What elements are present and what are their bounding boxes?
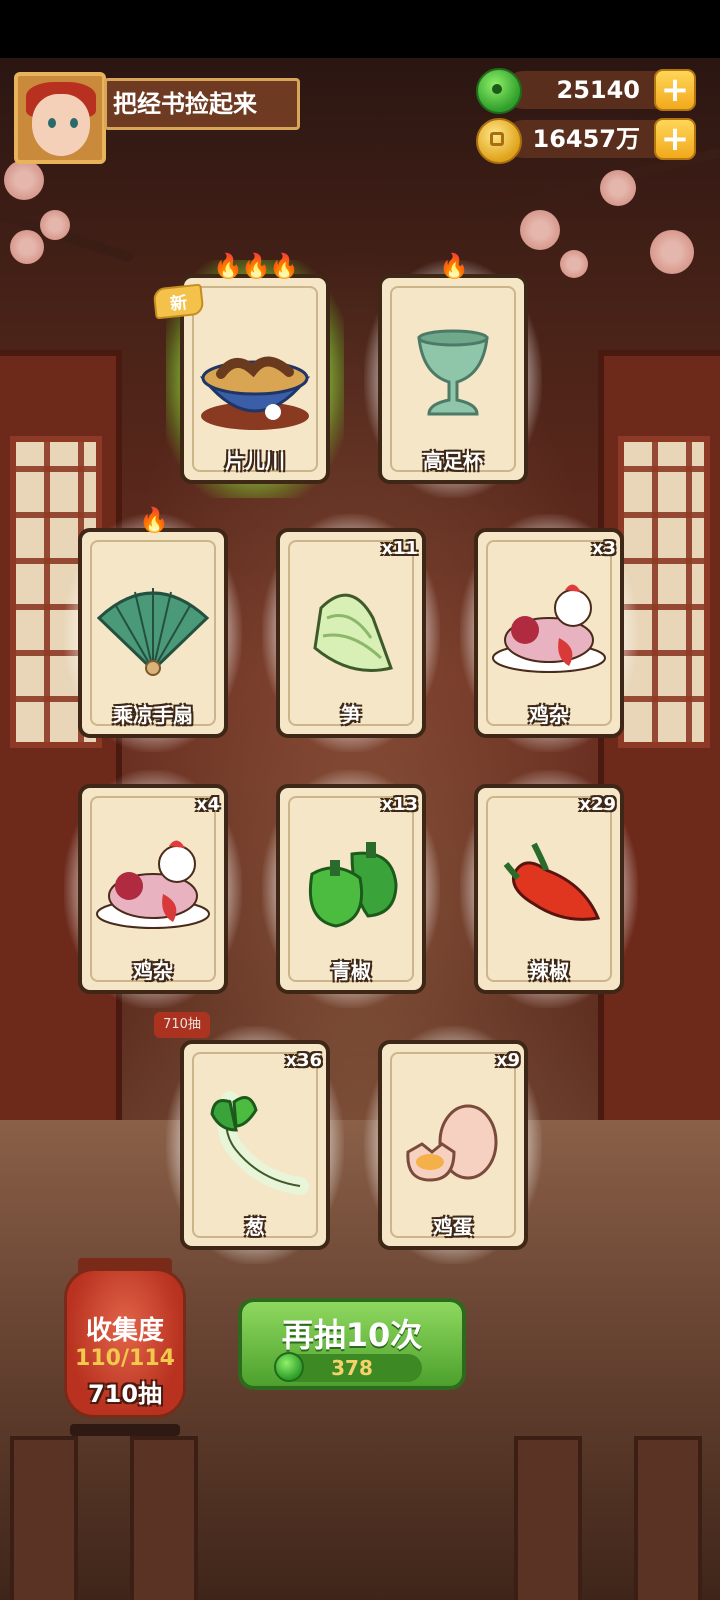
reward-card[interactable]: x13 青椒 xyxy=(262,770,440,1008)
current-task[interactable]: 把经书捡起来 xyxy=(104,78,300,130)
blossom-flower xyxy=(4,160,44,200)
collection-lantern[interactable]: 收集度 110/114 710抽 xyxy=(64,1258,186,1426)
card-count: x36 xyxy=(285,1050,322,1071)
total-draws: 710抽 xyxy=(87,1380,163,1408)
card-count: x3 xyxy=(591,538,616,559)
reward-card[interactable]: 🔥 高足杯 xyxy=(364,252,542,498)
green-pepper-icon xyxy=(308,842,398,928)
card-name: 乘凉手扇 xyxy=(113,703,193,727)
fence-post xyxy=(514,1436,582,1600)
card-count: x9 xyxy=(495,1050,520,1071)
egg-icon xyxy=(406,1104,498,1182)
card-count: x4 xyxy=(195,794,220,815)
avatar-eye xyxy=(48,118,56,128)
card-name: 片儿川 xyxy=(225,449,285,473)
reward-card[interactable]: x9 鸡蛋 xyxy=(364,1026,542,1264)
redraw-cost-value: 378 xyxy=(331,1356,373,1380)
new-badge: 新 xyxy=(152,283,205,320)
status-bar xyxy=(0,0,720,58)
avatar-face xyxy=(32,94,90,156)
chicken-giblets-icon xyxy=(492,584,606,673)
card-name: 辣椒 xyxy=(529,959,569,983)
reward-card[interactable]: x4 鸡杂 xyxy=(64,770,242,1008)
reward-card[interactable]: x29 辣椒 xyxy=(460,770,638,1008)
reward-card[interactable]: 🔥🔥🔥 新 片儿川 xyxy=(152,252,344,498)
blossom-flower xyxy=(40,210,70,240)
chili-pepper-icon xyxy=(503,842,601,921)
draw-ten-again-button[interactable]: 再抽10次 378 xyxy=(238,1298,466,1390)
blossom-flower xyxy=(600,170,636,206)
goblet-icon xyxy=(417,329,489,416)
card-name: 鸡蛋 xyxy=(433,1215,473,1239)
card-name: 鸡杂 xyxy=(133,959,173,983)
blossom-flower xyxy=(650,230,694,274)
add-coin-button[interactable]: + xyxy=(654,118,696,160)
reward-card[interactable]: x36 葱 xyxy=(166,1026,344,1264)
fan-icon xyxy=(96,588,210,676)
card-name: 葱 xyxy=(245,1215,265,1239)
collection-label: 收集度 xyxy=(85,1316,164,1346)
lantern-stand xyxy=(70,1424,180,1436)
collection-progress: 110/114 xyxy=(75,1346,175,1371)
blossom-flower xyxy=(10,230,44,264)
noodle-bowl-icon xyxy=(199,356,311,430)
card-name: 笋 xyxy=(341,703,361,727)
card-name: 青椒 xyxy=(331,959,371,983)
jade-icon xyxy=(476,68,522,114)
reward-card[interactable]: x11 笋 xyxy=(262,514,440,752)
scallion-icon xyxy=(210,1091,309,1195)
fence-post xyxy=(130,1436,198,1600)
rarity-flame-icon: 🔥 xyxy=(139,506,169,534)
fence-post xyxy=(634,1436,702,1600)
jade-icon xyxy=(274,1352,304,1382)
redraw-label: 再抽10次 xyxy=(281,1316,423,1354)
avatar-eye xyxy=(70,118,78,128)
card-count: x29 xyxy=(579,794,616,815)
blossom-flower xyxy=(560,250,588,278)
redraw-cost: 378 xyxy=(274,1352,422,1382)
card-name: 高足杯 xyxy=(423,449,483,473)
bamboo-shoot-icon xyxy=(313,593,393,672)
rarity-flame-icon: 🔥🔥🔥 xyxy=(213,252,299,280)
reward-card[interactable]: 🔥 乘凉手扇 xyxy=(64,506,242,752)
card-count: x11 xyxy=(381,538,418,559)
fence-post xyxy=(10,1436,78,1600)
blossom-flower xyxy=(520,210,560,250)
rarity-flame-icon: 🔥 xyxy=(439,252,469,280)
chicken-giblets-icon xyxy=(96,840,210,929)
reward-card[interactable]: x3 鸡杂 xyxy=(460,514,638,752)
player-avatar[interactable] xyxy=(14,72,106,164)
card-name: 鸡杂 xyxy=(529,703,569,727)
add-jade-button[interactable]: + xyxy=(654,69,696,111)
coin-icon xyxy=(476,118,522,164)
card-count: x13 xyxy=(381,794,418,815)
